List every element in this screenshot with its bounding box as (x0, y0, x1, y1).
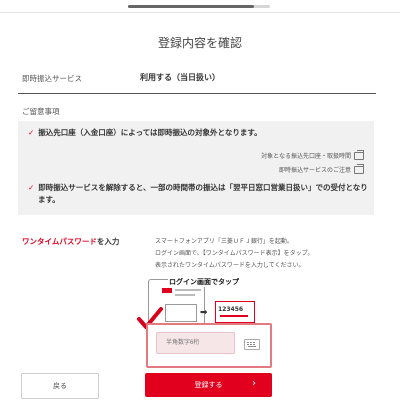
keyboard-icon[interactable] (244, 339, 260, 350)
phone-line (175, 289, 201, 291)
top-bar (0, 0, 400, 13)
back-button[interactable]: 戻る (21, 373, 99, 399)
submit-button-label: 登録する (194, 381, 223, 389)
link-target-accounts[interactable]: 対象となる振込先口座・取扱時間 (261, 149, 364, 160)
otp-input[interactable] (156, 332, 235, 354)
otp-label: ワンタイムパスワードを入力 (22, 236, 119, 247)
otp-instruction-1: スマートフォンアプリ「三菱ＵＦＪ銀行」を起動。 (155, 238, 293, 245)
otp-label-red: ワンタイムパスワード (22, 237, 97, 246)
note-item-1-text: 振込先口座（入金口座）によっては即時振込の対象外となります。 (38, 128, 262, 137)
chevron-right-icon: › (252, 378, 256, 389)
otp-label-rest: を入力 (96, 237, 120, 246)
otp-input-frame (146, 323, 272, 368)
check-icon: ✓ (28, 183, 35, 192)
external-link-icon (354, 149, 364, 160)
link-service-notice[interactable]: 即時振込サービスのご注意 (278, 163, 364, 174)
arrow-icon: ➡ (200, 308, 208, 318)
submit-button[interactable]: 登録する › (145, 373, 272, 397)
note-item-2: ✓ 即時振込サービスを解除すると、一部の時間帯の振込は「翌平日窓口営業日扱い」での… (28, 182, 368, 194)
link-target-accounts-label: 対象となる振込先口座・取扱時間 (261, 153, 351, 160)
page-title: 登録内容を確認 (157, 36, 242, 50)
service-label: 即時振込サービス (22, 74, 82, 83)
otp-code-text: 123456 (218, 306, 244, 313)
external-link-icon (354, 163, 364, 174)
phone-line (175, 294, 195, 296)
service-value: 利用する（当日扱い） (140, 73, 220, 82)
notes-box: ✓ 振込先口座（入金口座）によっては即時振込の対象外となります。 対象となる振込先… (18, 121, 374, 215)
otp-code-underline (220, 315, 248, 317)
phone-logo (162, 288, 172, 293)
note-item-2-cont: ます。 (38, 195, 60, 204)
link-service-notice-label: 即時振込サービスのご注意 (278, 167, 351, 174)
note-item-2-text: 即時振込サービスを解除すると、一部の時間帯の振込は「翌平日窓口営業日扱い」での受… (38, 183, 368, 192)
divider (18, 93, 376, 94)
otp-instruction-2: ログイン画面で、【ワンタイムパスワード表示】をタップ。 (155, 250, 314, 257)
otp-instruction-3: 表示されたワンタイムパスワードを入力してください。 (155, 262, 305, 269)
phone-screen-box (165, 304, 197, 322)
illustration-callout: ログイン画面でタップ (168, 277, 240, 287)
progress-fill (128, 5, 255, 8)
progress-bar (128, 5, 270, 8)
note-item-1: ✓ 振込先口座（入金口座）によっては即時振込の対象外となります。 (28, 127, 262, 139)
notes-title: ご留意事項 (22, 107, 60, 116)
check-icon: ✓ (28, 128, 35, 137)
